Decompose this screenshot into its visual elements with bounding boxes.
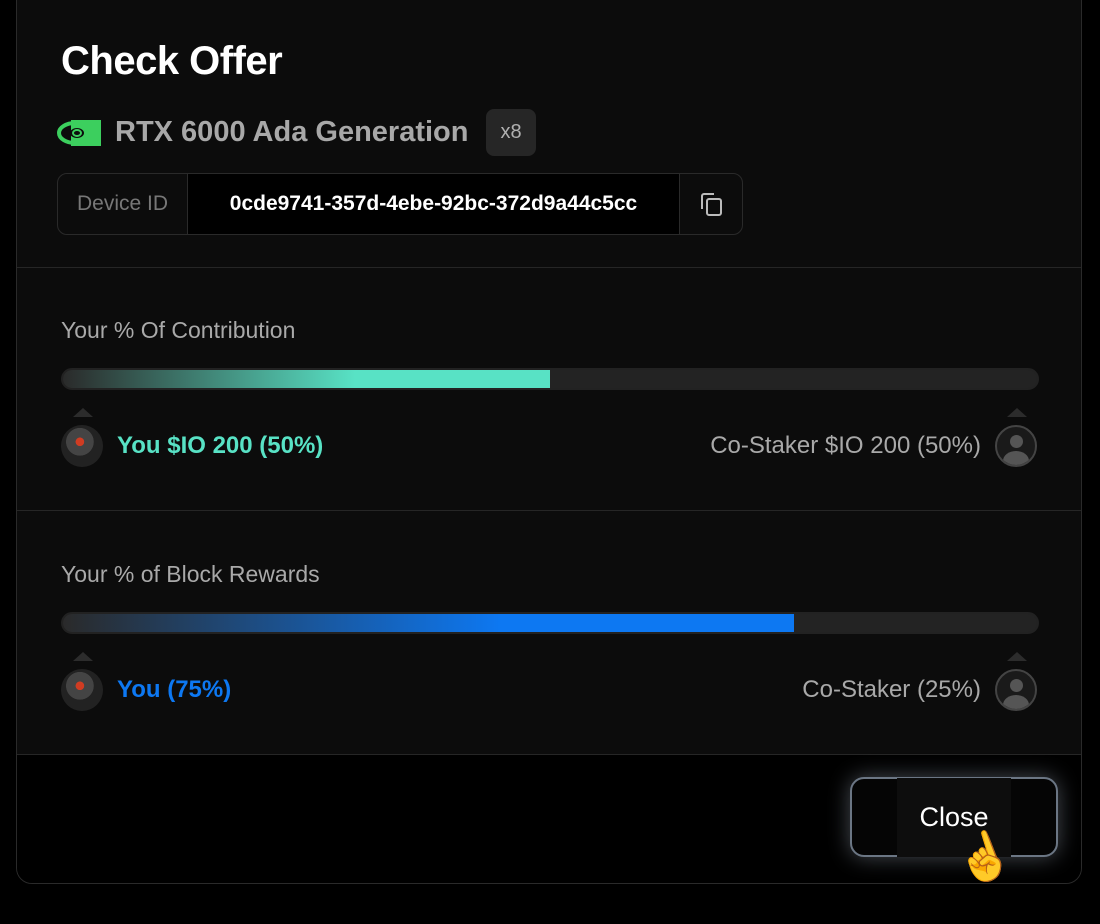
gpu-name: RTX 6000 Ada Generation — [115, 116, 469, 148]
gpu-info: RTX 6000 Ada Generation x8 — [57, 109, 536, 156]
contribution-label: Your % Of Contribution — [61, 317, 296, 343]
marker-icon — [1007, 652, 1027, 661]
device-id-value: 0cde9741-357d-4ebe-92bc-372d9a44c5cc — [188, 174, 680, 234]
contribution-split: You $IO 200 (50%) Co-Staker $IO 200 (50%… — [61, 424, 1037, 468]
costaker-avatar-icon — [995, 669, 1037, 711]
rewards-label: Your % of Block Rewards — [61, 561, 320, 587]
you-rewards: You (75%) — [117, 676, 232, 703]
rewards-split: You (75%) Co-Staker (25%) — [61, 668, 1037, 712]
copy-icon — [701, 193, 722, 216]
check-offer-modal: Check Offer RTX 6000 Ada Generation x8 D… — [16, 0, 1082, 884]
divider — [17, 267, 1081, 268]
contribution-bar-fill — [63, 370, 550, 388]
marker-icon — [73, 408, 93, 417]
marker-icon — [1007, 408, 1027, 417]
copy-button[interactable] — [680, 174, 742, 234]
gpu-count-badge: x8 — [486, 109, 536, 156]
rewards-bar — [61, 612, 1039, 634]
device-id-field: Device ID 0cde9741-357d-4ebe-92bc-372d9a… — [57, 173, 743, 235]
user-avatar — [61, 669, 103, 711]
user-avatar — [61, 425, 103, 467]
device-id-label: Device ID — [58, 174, 188, 234]
costaker-avatar-icon — [995, 425, 1037, 467]
you-contribution: You $IO 200 (50%) — [117, 432, 324, 459]
costaker-rewards: Co-Staker (25%) — [802, 676, 981, 703]
marker-icon — [73, 652, 93, 661]
contribution-bar — [61, 368, 1039, 390]
nvidia-logo-icon — [57, 119, 101, 146]
costaker-contribution: Co-Staker $IO 200 (50%) — [710, 432, 981, 459]
rewards-bar-fill — [63, 614, 794, 632]
modal-title: Check Offer — [61, 39, 283, 83]
divider — [17, 510, 1081, 511]
